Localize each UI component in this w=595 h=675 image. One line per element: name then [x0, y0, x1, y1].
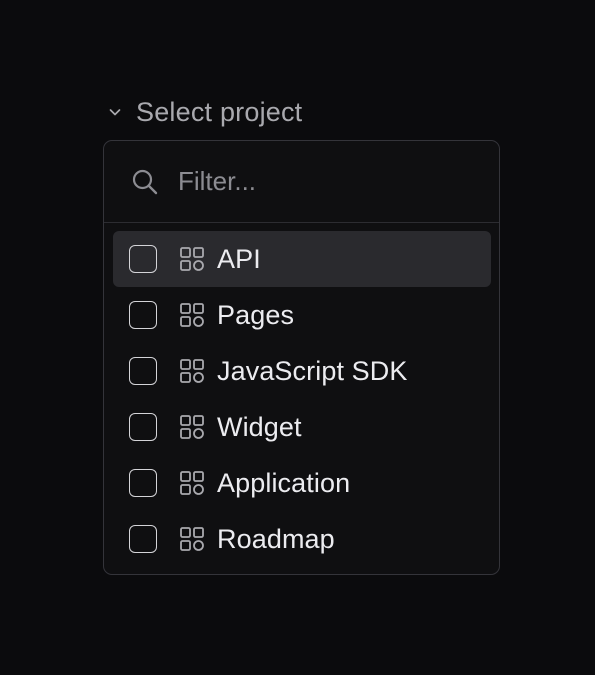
grid-icon — [179, 246, 205, 272]
project-item-label: API — [217, 243, 261, 274]
project-item-label: Application — [217, 467, 351, 498]
checkbox[interactable] — [129, 245, 157, 273]
select-project-label: Select project — [136, 96, 303, 127]
checkbox[interactable] — [129, 469, 157, 497]
project-item-label: JavaScript SDK — [217, 355, 408, 386]
project-item-javascript-sdk[interactable]: JavaScript SDK — [113, 343, 491, 399]
checkbox[interactable] — [129, 413, 157, 441]
grid-icon — [179, 358, 205, 384]
project-item-label: Pages — [217, 299, 295, 330]
grid-icon — [179, 526, 205, 552]
grid-icon — [179, 302, 205, 328]
project-dropdown-panel: API Pages — [103, 140, 513, 575]
project-item-api[interactable]: API — [113, 231, 491, 287]
grid-icon — [179, 414, 205, 440]
project-item-pages[interactable]: Pages — [113, 287, 491, 343]
checkbox[interactable] — [129, 525, 157, 553]
filter-row — [104, 141, 513, 223]
checkbox[interactable] — [129, 301, 157, 329]
filter-input[interactable] — [178, 161, 513, 202]
project-item-application[interactable]: Application — [113, 455, 491, 511]
project-item-widget[interactable]: Widget — [113, 399, 491, 455]
project-item-label: Roadmap — [217, 523, 335, 554]
chevron-down-icon — [106, 103, 124, 121]
search-icon — [130, 167, 160, 197]
select-project-toggle[interactable]: Select project — [106, 96, 302, 128]
project-list: API Pages JavaScript SDK Widget Applicat… — [104, 223, 499, 567]
grid-icon — [179, 470, 205, 496]
project-item-roadmap[interactable]: Roadmap — [113, 511, 491, 567]
project-item-label: Widget — [217, 411, 302, 442]
checkbox[interactable] — [129, 357, 157, 385]
